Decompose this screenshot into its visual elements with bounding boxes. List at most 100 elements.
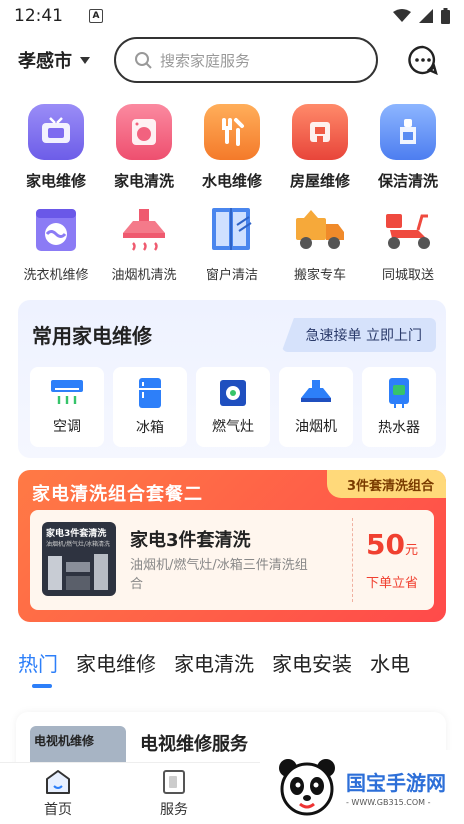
tab-appliance-install[interactable]: 家电安装 — [272, 648, 352, 677]
nav-label: 首页 — [44, 801, 72, 818]
repair-item-gas-stove[interactable]: 燃气灶 — [196, 367, 270, 447]
tab-label: 热门 — [18, 652, 58, 676]
promo-description: 油烟机/燃气灶/冰箱三件清洗组合 — [130, 558, 308, 592]
category-range-hood-cleaning[interactable]: 油烟机清洗 — [100, 204, 188, 283]
search-input[interactable]: 搜索家庭服务 — [114, 37, 378, 83]
service-icon — [163, 769, 185, 794]
category-label: 保洁清洗 — [377, 172, 438, 190]
category-plumbing-electric[interactable]: 水电维修 — [188, 104, 276, 191]
category-label: 搬家专车 — [293, 268, 346, 283]
promo-name: 家电3件套清洗 — [130, 530, 251, 551]
message-icon[interactable] — [408, 45, 438, 75]
washing-machine-icon — [30, 204, 82, 256]
truck-icon — [294, 204, 346, 256]
category-label: 房屋维修 — [289, 172, 350, 190]
dashed-divider — [352, 518, 353, 602]
window-icon — [206, 204, 258, 256]
category-label: 水电维修 — [201, 172, 262, 190]
signal-icon — [419, 9, 433, 23]
tv-repair-icon — [28, 104, 84, 160]
promo-price: 50元 — [366, 528, 418, 561]
home-icon — [46, 769, 70, 794]
thumb-title: 家电3件套清洗 — [46, 529, 107, 539]
repair-item-label: 燃气灶 — [212, 419, 254, 435]
gas-stove-icon — [220, 380, 246, 406]
air-conditioner-icon — [51, 380, 83, 404]
price-value: 50 — [366, 528, 405, 561]
category-tabs: 热门 家电维修 家电清洗 家电安装 水电 — [18, 648, 410, 688]
tab-indicator — [32, 684, 52, 688]
nav-label: 服务 — [160, 801, 188, 818]
category-label: 洗衣机维修 — [23, 268, 89, 283]
washer-clean-icon — [116, 104, 172, 160]
category-label: 油烟机清洗 — [111, 268, 177, 283]
category-house-repair[interactable]: 房屋维修 — [276, 104, 364, 191]
repair-item-range-hood[interactable]: 油烟机 — [279, 367, 353, 447]
nav-home[interactable]: 首页 — [0, 763, 116, 824]
category-cleaning[interactable]: 保洁清洗 — [364, 104, 452, 191]
repair-item-air-conditioner[interactable]: 空调 — [30, 367, 104, 447]
wrench-icon — [204, 104, 260, 160]
common-repair-section: 常用家电维修 急速接单 立即上门 空调 冰箱 燃气灶 油烟机 热水器 — [18, 300, 446, 458]
a-notification-icon: A — [89, 9, 103, 23]
watermark-text: 国宝手游网 - WWW.GB315.COM - — [346, 767, 446, 807]
repair-item-label: 热水器 — [378, 420, 420, 436]
search-placeholder: 搜索家庭服务 — [160, 51, 251, 70]
appliance-photo-icon — [48, 554, 108, 590]
repair-item-water-heater[interactable]: 热水器 — [362, 367, 436, 447]
order-discount-label[interactable]: 下单立省 — [366, 572, 418, 591]
repair-item-label: 油烟机 — [295, 419, 337, 435]
thumb-subtitle: 油烟机/燃气灶/冰箱清洗 — [46, 541, 111, 548]
header: 孝感市 搜索家庭服务 — [0, 36, 464, 84]
scooter-icon — [382, 204, 434, 256]
promo-tag: 3件套清洗组合 — [326, 470, 446, 498]
watermark-name: 国宝手游网 — [346, 771, 446, 795]
thumb-text: 电视机维修 — [34, 734, 95, 748]
status-icons — [393, 8, 450, 24]
category-appliance-repair[interactable]: 家电维修 — [12, 104, 100, 191]
repair-item-label: 空调 — [53, 419, 81, 435]
category-appliance-cleaning[interactable]: 家电清洗 — [100, 104, 188, 191]
wifi-icon — [393, 9, 411, 22]
category-label: 同城取送 — [381, 268, 434, 283]
price-unit: 元 — [404, 543, 418, 558]
sub-category-grid: 洗衣机维修 油烟机清洗 窗户清洁 搬家专车 同城取送 — [12, 204, 452, 283]
status-time: 12:41 — [14, 6, 63, 26]
repair-item-fridge[interactable]: 冰箱 — [113, 367, 187, 447]
nav-service[interactable]: 服务 — [116, 763, 232, 824]
fast-service-tag: 急速接单 立即上门 — [281, 318, 436, 352]
battery-icon — [441, 8, 450, 24]
house-repair-icon — [292, 104, 348, 160]
tab-appliance-cleaning[interactable]: 家电清洗 — [174, 648, 254, 677]
category-label: 家电清洗 — [113, 172, 174, 190]
category-window-cleaning[interactable]: 窗户清洁 — [188, 204, 276, 283]
tab-hot[interactable]: 热门 — [18, 648, 58, 688]
service-title: 电视维修服务 — [140, 734, 248, 755]
tab-appliance-repair[interactable]: 家电维修 — [76, 648, 156, 677]
watermark-url: - WWW.GB315.COM - — [346, 798, 431, 807]
range-hood-icon — [118, 204, 170, 256]
water-heater-icon — [389, 378, 409, 408]
promo-title: 家电清洗组合套餐二 — [32, 484, 203, 505]
cleaning-icon — [380, 104, 436, 160]
main-category-grid: 家电维修 家电清洗 水电维修 房屋维修 保洁清洗 — [12, 104, 452, 191]
promo-banner[interactable]: 家电清洗组合套餐二 3件套清洗组合 家电3件套清洗 油烟机/燃气灶/冰箱清洗 家… — [18, 470, 446, 622]
chevron-down-icon — [80, 56, 90, 64]
status-bar: 12:41 A — [0, 0, 464, 32]
category-washing-machine-repair[interactable]: 洗衣机维修 — [12, 204, 100, 283]
city-selector[interactable]: 孝感市 — [18, 47, 90, 73]
tab-plumbing[interactable]: 水电 — [370, 648, 410, 677]
panda-logo-icon — [279, 759, 335, 816]
repair-item-label: 冰箱 — [136, 420, 164, 436]
city-label: 孝感市 — [18, 51, 72, 72]
section-title: 常用家电维修 — [32, 324, 152, 348]
promo-card[interactable]: 家电3件套清洗 油烟机/燃气灶/冰箱清洗 家电3件套清洗 油烟机/燃气灶/冰箱三… — [30, 510, 434, 610]
category-label: 家电维修 — [25, 172, 86, 190]
category-label: 窗户清洁 — [205, 268, 258, 283]
category-local-delivery[interactable]: 同城取送 — [364, 204, 452, 283]
repair-items: 空调 冰箱 燃气灶 油烟机 热水器 — [30, 367, 436, 447]
watermark: 国宝手游网 - WWW.GB315.COM - — [260, 750, 464, 824]
range-hood-icon — [301, 380, 331, 402]
fridge-icon — [139, 378, 161, 408]
category-moving-truck[interactable]: 搬家专车 — [276, 204, 364, 283]
